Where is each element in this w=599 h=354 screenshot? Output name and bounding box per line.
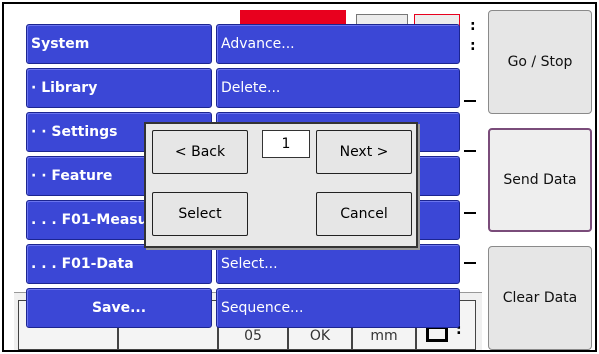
go-stop-button[interactable]: Go / Stop [488, 10, 592, 114]
menu-item-label: Save... [91, 300, 147, 316]
delete-button[interactable]: Delete... [216, 68, 460, 108]
softkey-label: Go / Stop [507, 54, 573, 70]
menu-item-label: Select... [221, 256, 278, 272]
menu-item-library[interactable]: · Library [26, 68, 212, 108]
background-dots: : [470, 38, 476, 54]
menu-item-label: Sequence... [221, 300, 304, 316]
menu-item-label: System [31, 36, 90, 52]
menu-item-label: · · Feature [31, 168, 113, 184]
menu-item-label: . . . F01-Measu [31, 212, 148, 228]
next-button[interactable]: Next > [316, 130, 412, 174]
menu-item-f01-data[interactable]: . . . F01-Data [26, 244, 212, 284]
softkey-panel: Go / Stop Send Data Clear Data [484, 4, 595, 350]
select-menu-button[interactable]: Select... [216, 244, 460, 284]
background-tick [464, 150, 476, 152]
menu-item-label: · · Settings [31, 124, 118, 140]
background-dots: : [470, 18, 476, 34]
softkey-label: Send Data [503, 172, 577, 188]
menu-item-label: · Library [31, 80, 98, 96]
background-tick [464, 262, 476, 264]
background-tick [464, 100, 476, 102]
select-button[interactable]: Select [152, 192, 248, 236]
back-button[interactable]: < Back [152, 130, 248, 174]
menu-item-label: Advance... [221, 36, 295, 52]
save-button[interactable]: Save... [26, 288, 212, 328]
advance-button[interactable]: Advance... [216, 24, 460, 64]
menu-item-label: . . . F01-Data [31, 256, 134, 272]
instrument-screen: : : 05 OK mm : System · Library · · Sett… [2, 2, 597, 352]
background-tick [464, 212, 476, 214]
cancel-button[interactable]: Cancel [316, 192, 412, 236]
sequence-button[interactable]: Sequence... [216, 288, 460, 328]
page-number-field[interactable]: 1 [262, 130, 310, 158]
clear-data-button[interactable]: Clear Data [488, 246, 592, 350]
page-select-dialog: < Back 1 Next > Select Cancel [144, 122, 418, 248]
softkey-label: Clear Data [502, 290, 578, 306]
menu-item-system[interactable]: System [26, 24, 212, 64]
menu-item-label: Delete... [221, 80, 281, 96]
send-data-button[interactable]: Send Data [488, 128, 592, 232]
